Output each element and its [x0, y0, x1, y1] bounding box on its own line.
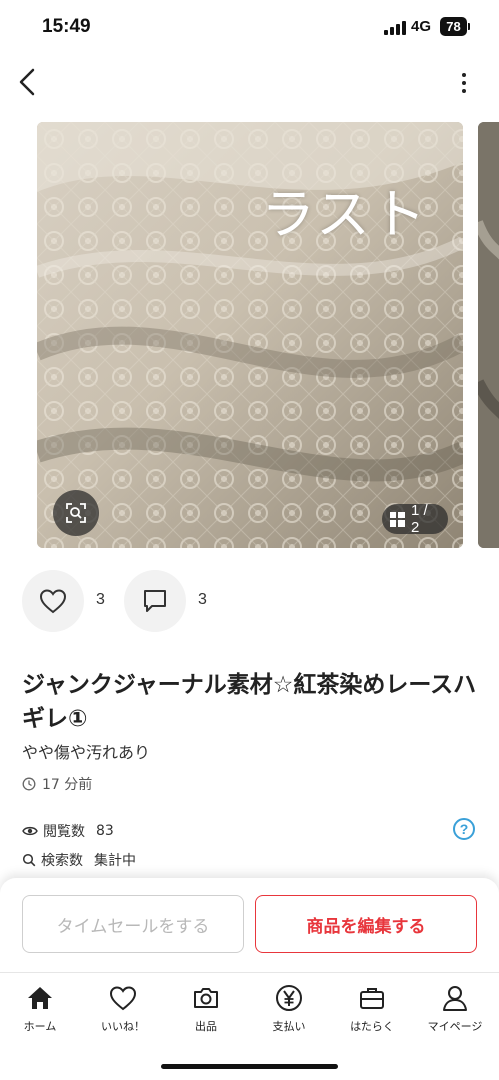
- home-indicator: [161, 1064, 338, 1069]
- tab-sell[interactable]: 出品: [166, 983, 246, 1039]
- signal-icon: [384, 21, 406, 35]
- tab-likes[interactable]: いいね！: [83, 983, 163, 1039]
- next-photo-image: [478, 122, 499, 548]
- chevron-left-icon: [19, 68, 35, 96]
- grid-icon: [390, 511, 405, 527]
- status-bar: 15:49 4G 78: [0, 0, 499, 56]
- search-value: 集計中: [94, 853, 136, 869]
- status-time: 15:49: [42, 16, 91, 37]
- image-search-icon: [66, 503, 86, 523]
- comment-count: 3: [198, 591, 207, 608]
- like-button[interactable]: [22, 570, 84, 632]
- image-carousel[interactable]: ラスト 1 / 2: [0, 122, 499, 548]
- edit-item-button[interactable]: 商品を編集する: [255, 895, 477, 953]
- views-label: 閲覧数: [43, 824, 85, 840]
- yen-icon: [276, 985, 302, 1011]
- tab-likes-label: いいね！: [101, 1020, 145, 1033]
- help-circle-icon[interactable]: ?: [453, 818, 475, 840]
- posted-time: 17 分前: [22, 774, 92, 794]
- timesale-button[interactable]: タイムセールをする: [22, 895, 244, 953]
- image-search-button[interactable]: [53, 490, 99, 536]
- tab-payment[interactable]: 支払い: [249, 983, 329, 1039]
- search-label: 検索数: [41, 853, 83, 869]
- image-counter[interactable]: 1 / 2: [382, 502, 448, 536]
- back-button[interactable]: [12, 64, 42, 100]
- bottom-action-bar: タイムセールをする 商品を編集する: [0, 878, 499, 972]
- heart-icon: [39, 589, 67, 614]
- tab-work-label: はたらく: [350, 1020, 394, 1033]
- tab-mypage[interactable]: マイページ: [415, 983, 495, 1039]
- tab-bar: ホーム いいね！ 出品 支払い はたらく マイページ: [0, 972, 499, 1080]
- tab-work[interactable]: はたらく: [332, 983, 412, 1039]
- like-count: 3: [96, 591, 105, 608]
- image-counter-text: 1 / 2: [410, 502, 428, 536]
- next-photo-preview[interactable]: [478, 122, 499, 548]
- network-label: 4G: [411, 18, 432, 35]
- eye-icon: [22, 826, 38, 836]
- posted-time-text: 17 分前: [42, 777, 93, 793]
- item-actions: 3 3: [0, 570, 499, 634]
- nav-header: [0, 56, 499, 116]
- heart-icon: [109, 986, 137, 1011]
- views-value: 83: [96, 823, 114, 839]
- camera-icon: [194, 988, 218, 1008]
- clock-icon: [22, 777, 36, 791]
- briefcase-icon: [360, 988, 384, 1009]
- photo-overlay-text: ラスト: [261, 185, 428, 245]
- battery-tip: [468, 23, 470, 30]
- person-icon: [443, 986, 467, 1011]
- home-icon: [28, 987, 52, 1009]
- product-photo[interactable]: ラスト 1 / 2: [37, 122, 463, 548]
- more-vertical-icon: [462, 73, 466, 77]
- views-stat: 閲覧数 83: [22, 821, 114, 841]
- tab-sell-label: 出品: [195, 1020, 217, 1033]
- more-options-button[interactable]: [452, 68, 476, 98]
- item-condition: やや傷や汚れあり: [22, 743, 151, 762]
- tab-payment-label: 支払い: [272, 1020, 306, 1033]
- comment-button[interactable]: [124, 570, 186, 632]
- item-title: ジャンクジャーナル素材☆紅茶染めレースハギレ①: [22, 672, 477, 732]
- search-icon: [22, 853, 36, 867]
- tab-mypage-label: マイページ: [427, 1020, 483, 1033]
- battery-icon: 78: [440, 17, 467, 36]
- search-stat: 検索数 集計中: [22, 850, 136, 870]
- tab-home-label: ホーム: [23, 1020, 57, 1033]
- comment-icon: [144, 590, 166, 612]
- tab-home[interactable]: ホーム: [0, 983, 80, 1039]
